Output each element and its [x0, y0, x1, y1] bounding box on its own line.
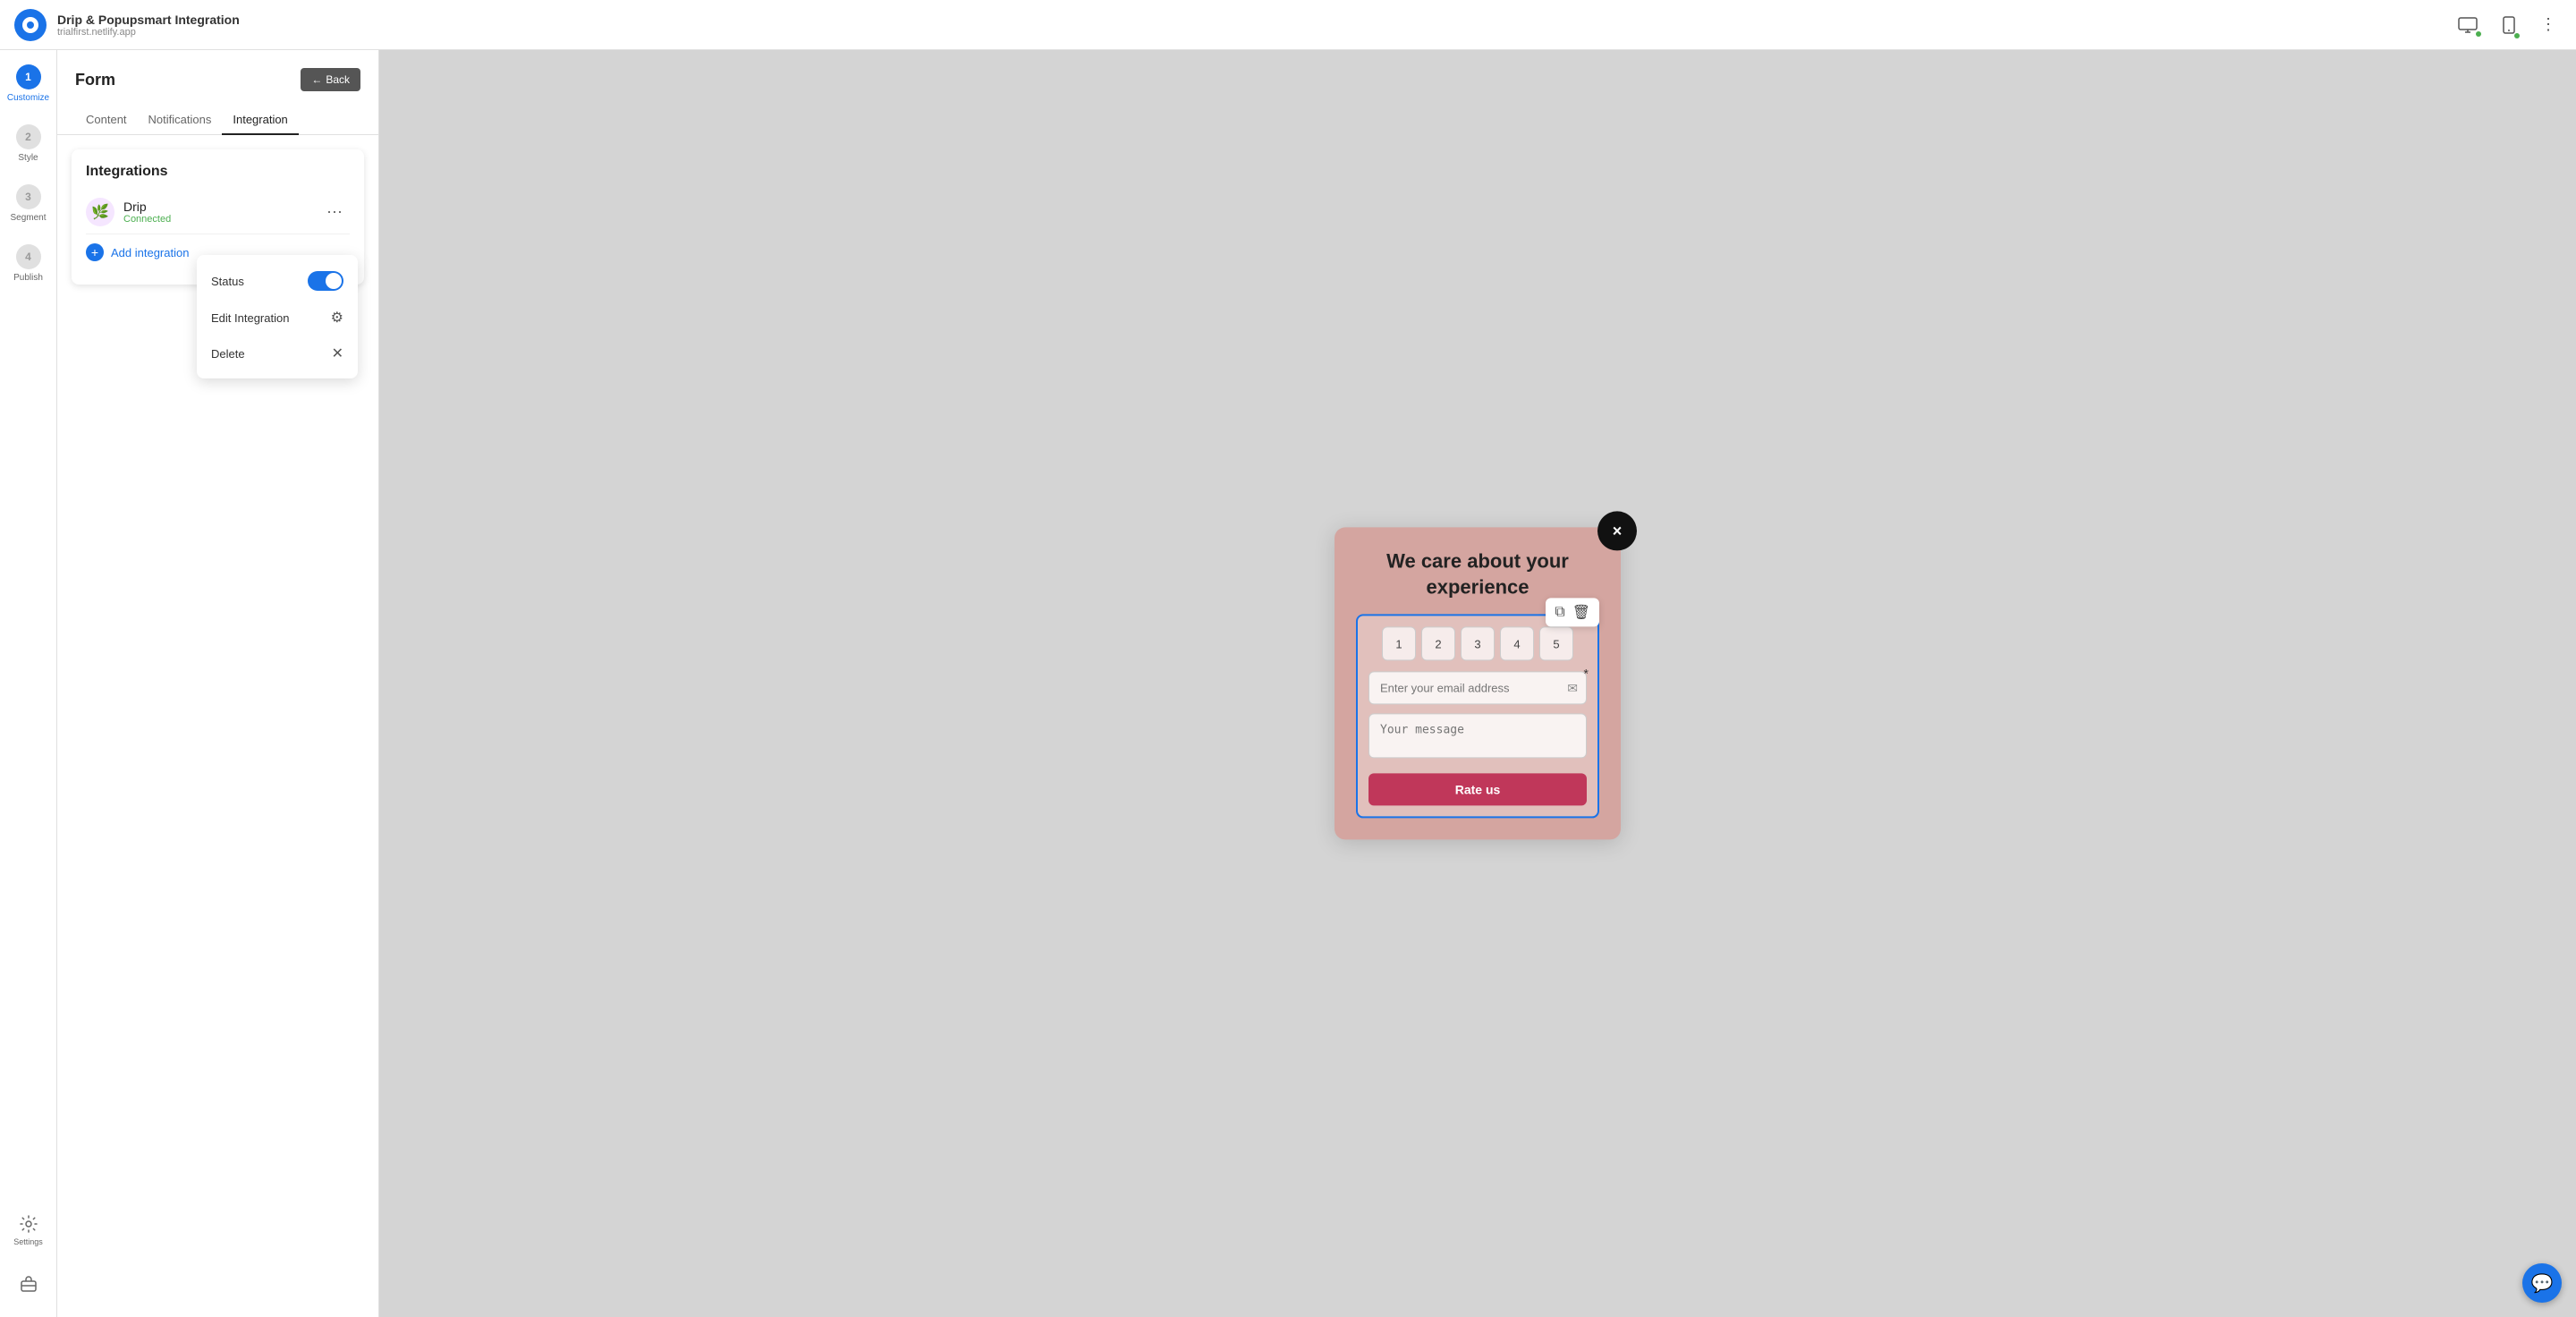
panel-header: Form ← Back: [57, 50, 378, 91]
step-circle-3: 3: [16, 184, 41, 209]
submit-button[interactable]: Rate us: [1368, 774, 1587, 806]
left-sidebar: 1 Customize 2 Style 3 Segment 4 Publish …: [0, 50, 57, 1317]
more-options-button[interactable]: ⋮: [2535, 10, 2562, 39]
step-circle-2: 2: [16, 124, 41, 149]
sidebar-item-style[interactable]: 2 Style: [16, 124, 41, 163]
panel-tabs: Content Notifications Integration: [57, 91, 378, 135]
desktop-view-button[interactable]: [2453, 12, 2483, 38]
settings-label: Settings: [13, 1237, 43, 1246]
drip-status: Connected: [123, 214, 171, 225]
app-logo: [14, 9, 47, 41]
rating-btn-5[interactable]: 5: [1539, 627, 1573, 661]
page-title: Drip & Popupsmart Integration: [57, 13, 2453, 27]
form-toolbar: ⧉ 🗑: [1546, 599, 1599, 627]
email-icon: ✉: [1567, 681, 1578, 696]
dropdown-status-item[interactable]: Status: [197, 262, 358, 300]
rating-row: 1 2 3 4 5: [1368, 627, 1587, 661]
tab-notifications[interactable]: Notifications: [138, 106, 223, 135]
status-label: Status: [211, 275, 244, 288]
drip-icon: 🌿: [86, 198, 114, 226]
mobile-view-button[interactable]: [2497, 11, 2521, 39]
toggle-knob: [326, 273, 342, 289]
drip-name: Drip: [123, 200, 171, 214]
popup-card: × We care about your experience ⧉ 🗑 1 2 …: [1335, 527, 1621, 839]
rating-btn-3[interactable]: 3: [1461, 627, 1495, 661]
chat-button[interactable]: 💬: [2522, 1263, 2562, 1303]
settings-button[interactable]: Settings: [6, 1208, 50, 1253]
edit-integration-label: Edit Integration: [211, 311, 289, 325]
x-icon: ✕: [332, 344, 343, 362]
dropdown-delete-item[interactable]: Delete ✕: [197, 336, 358, 371]
status-toggle[interactable]: [308, 271, 343, 291]
rating-btn-2[interactable]: 2: [1421, 627, 1455, 661]
sidebar-item-publish[interactable]: 4 Publish: [13, 244, 43, 283]
sidebar-bottom: Settings: [6, 1208, 50, 1303]
tab-integration[interactable]: Integration: [222, 106, 298, 135]
drip-more-button[interactable]: ⋯: [319, 200, 350, 225]
email-input-wrapper: * ✉: [1368, 672, 1587, 705]
popup-container: × We care about your experience ⧉ 🗑 1 2 …: [1335, 527, 1621, 839]
copy-form-button[interactable]: ⧉: [1553, 602, 1566, 624]
topbar-actions: ⋮: [2453, 10, 2562, 39]
briefcase-button[interactable]: [13, 1268, 45, 1303]
back-button[interactable]: ← Back: [301, 68, 360, 91]
add-integration-label: Add integration: [111, 246, 189, 259]
topbar: Drip & Popupsmart Integration trialfirst…: [0, 0, 2576, 50]
delete-label: Delete: [211, 347, 245, 361]
back-arrow-icon: ←: [311, 73, 322, 86]
rating-btn-1[interactable]: 1: [1382, 627, 1416, 661]
sidebar-item-segment[interactable]: 3 Segment: [10, 184, 46, 223]
dropdown-edit-item[interactable]: Edit Integration ⚙: [197, 300, 358, 336]
step-label-customize: Customize: [7, 93, 49, 103]
main-content: × We care about your experience ⧉ 🗑 1 2 …: [379, 50, 2576, 1317]
integrations-title: Integrations: [86, 164, 350, 180]
required-star: *: [1584, 667, 1589, 681]
dropdown-menu: Status Edit Integration ⚙ Delete ✕: [197, 255, 358, 378]
drip-integration-item: 🌿 Drip Connected ⋯: [86, 191, 350, 234]
sidebar-item-customize[interactable]: 1 Customize: [7, 64, 49, 103]
step-circle-1: 1: [16, 64, 41, 89]
add-icon: +: [86, 243, 104, 261]
rating-btn-4[interactable]: 4: [1500, 627, 1534, 661]
popup-form: ⧉ 🗑 1 2 3 4 5 * ✉ Rate us: [1356, 615, 1599, 819]
message-input[interactable]: [1368, 714, 1587, 759]
step-circle-4: 4: [16, 244, 41, 269]
gear-icon: ⚙: [331, 309, 343, 327]
back-label: Back: [326, 73, 350, 86]
step-label-segment: Segment: [10, 213, 46, 223]
panel: Form ← Back Content Notifications Integr…: [57, 50, 379, 1317]
tab-content[interactable]: Content: [75, 106, 138, 135]
panel-title: Form: [75, 71, 115, 89]
step-label-publish: Publish: [13, 273, 43, 283]
popup-close-button[interactable]: ×: [1597, 511, 1637, 550]
topbar-title-block: Drip & Popupsmart Integration trialfirst…: [57, 13, 2453, 38]
email-input[interactable]: [1368, 672, 1587, 705]
step-label-style: Style: [18, 153, 38, 163]
delete-form-button[interactable]: 🗑: [1571, 602, 1592, 624]
page-subtitle: trialfirst.netlify.app: [57, 27, 2453, 38]
popup-title: We care about your experience: [1356, 548, 1599, 599]
